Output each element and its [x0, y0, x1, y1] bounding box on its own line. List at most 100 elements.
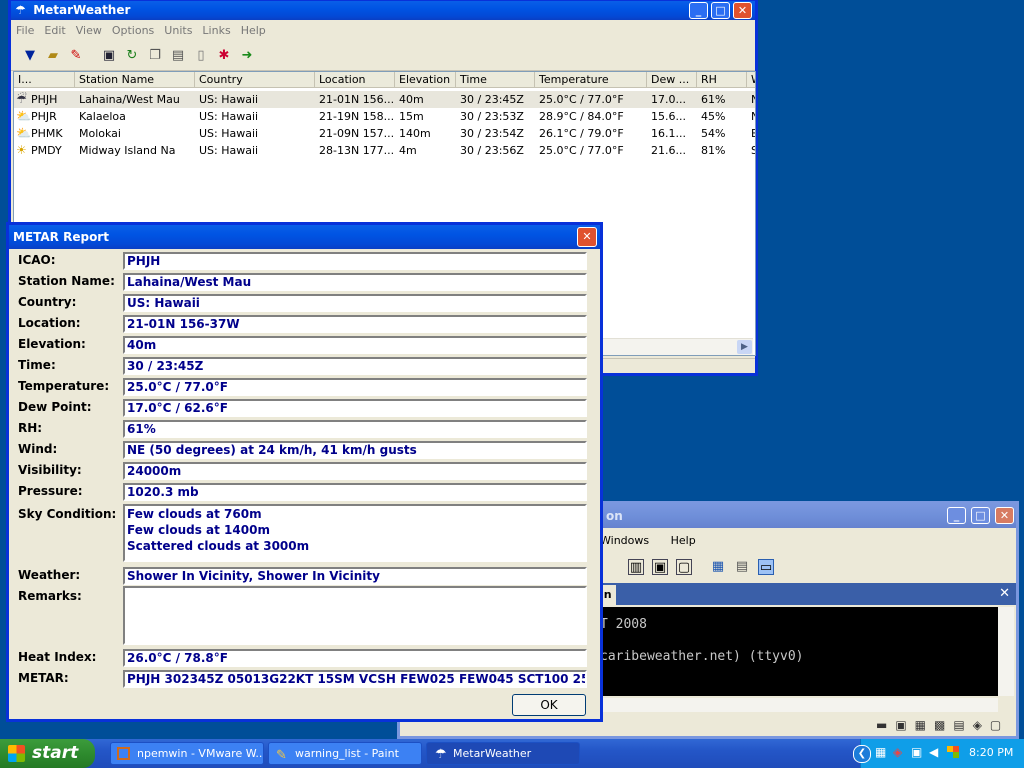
elevation-field[interactable]: 40m	[123, 336, 587, 354]
sunny-icon: ☀	[16, 143, 27, 157]
vm-snapshot-icon[interactable]: ▦	[710, 559, 726, 575]
tray-security-icon[interactable]: ◈	[893, 745, 902, 759]
tray-volume-icon[interactable]: ◀	[929, 745, 938, 759]
col-header-country[interactable]: Country	[195, 72, 315, 88]
close-button[interactable]: ✕	[733, 2, 752, 19]
scroll-right-arrow[interactable]: ▶	[737, 340, 752, 354]
report-title-bar[interactable]: METAR Report ✕	[9, 225, 600, 249]
cell-name: Lahaina/West Mau	[79, 93, 180, 106]
menu-file[interactable]: File	[11, 24, 39, 37]
pressure-field[interactable]: 1020.3 mb	[123, 483, 587, 501]
temperature-field[interactable]: 25.0°C / 77.0°F	[123, 378, 587, 396]
remarks-field[interactable]	[123, 586, 587, 645]
settings-icon[interactable]: ✱	[216, 48, 232, 64]
menu-units[interactable]: Units	[159, 24, 197, 37]
cell-elevation: 40m	[399, 93, 424, 106]
vmware-menu-windows[interactable]: Windows	[600, 534, 667, 547]
station-row[interactable]: ⛅ PHJR Kalaeloa US: Hawaii 21-19N 158... 15m 3…	[14, 108, 755, 125]
tray-monitor-icon[interactable]: ▣	[911, 745, 922, 759]
col-header-station-name[interactable]: Station Name	[75, 72, 195, 88]
new-document-icon[interactable]: ▯	[193, 48, 209, 64]
col-header-elevation[interactable]: Elevation	[395, 72, 456, 88]
station-row[interactable]: ⛅ PHMK Molokai US: Hawaii 21-09N 157... 140m 3…	[14, 125, 755, 142]
task-vmware[interactable]: npemwin - VMware W...	[110, 742, 264, 765]
col-header-time[interactable]: Time	[456, 72, 535, 88]
vmware-task-icon	[117, 747, 130, 760]
vmware-minimize-button[interactable]: _	[947, 507, 966, 524]
heat-index-field[interactable]: 26.0°C / 78.8°F	[123, 649, 587, 667]
cell-country: US: Hawaii	[199, 144, 259, 157]
task-paint[interactable]: ✎ warning_list - Paint	[268, 742, 422, 765]
cell-location: 28-13N 177...	[319, 144, 395, 157]
copy-icon[interactable]: ❐	[147, 48, 163, 64]
vm-fullscreen-icon[interactable]: ▢	[676, 559, 692, 575]
start-button[interactable]: start	[0, 739, 95, 768]
col-header-rh[interactable]: RH	[697, 72, 747, 88]
vm-console-icon[interactable]: ▭	[758, 559, 774, 575]
vm-vertical-scrollbar[interactable]	[998, 607, 1014, 696]
rh-field[interactable]: 61%	[123, 420, 587, 438]
download-icon[interactable]: ▼	[22, 48, 38, 64]
wind-field[interactable]: NE (50 degrees) at 24 km/h, 41 km/h gust…	[123, 441, 587, 459]
cell-country: US: Hawaii	[199, 110, 259, 123]
open-folder-icon[interactable]: ▰	[45, 48, 61, 64]
vm-console[interactable]: T 2008 caribeweather.net) (ttyv0)	[600, 607, 998, 696]
station-name-field[interactable]: Lahaina/West Mau	[123, 273, 587, 291]
minimize-button[interactable]: _	[689, 2, 708, 19]
vmware-window-title: on	[606, 509, 623, 523]
vmware-menu-help[interactable]: Help	[671, 534, 696, 547]
menu-links[interactable]: Links	[197, 24, 235, 37]
menu-view[interactable]: View	[71, 24, 107, 37]
menu-options[interactable]: Options	[107, 24, 159, 37]
maximize-button[interactable]: □	[711, 2, 730, 19]
vm-settings-icon[interactable]: ▤	[734, 559, 750, 575]
col-header-icao[interactable]: I...	[14, 72, 75, 88]
task-paint-label: warning_list - Paint	[295, 747, 399, 760]
report-close-button[interactable]: ✕	[577, 227, 597, 247]
save-icon[interactable]: ▣	[101, 48, 117, 64]
vm-horizontal-scrollbar[interactable]	[600, 698, 998, 712]
location-field[interactable]: 21-01N 156-37W	[123, 315, 587, 333]
cell-rh: 61%	[701, 93, 726, 106]
sky-condition-field[interactable]: Few clouds at 760m Few clouds at 1400m S…	[123, 504, 587, 562]
vm-fit-icon[interactable]: ▣	[652, 559, 668, 575]
col-header-temperature[interactable]: Temperature	[535, 72, 647, 88]
task-metarweather[interactable]: ☂ MetarWeather	[426, 742, 580, 765]
vmware-maximize-button[interactable]: □	[971, 507, 990, 524]
col-header-location[interactable]: Location	[315, 72, 395, 88]
country-field[interactable]: US: Hawaii	[123, 294, 587, 312]
console-line-2: caribeweather.net) (ttyv0)	[600, 649, 804, 664]
ok-button[interactable]: OK	[512, 694, 586, 716]
cell-temp: 25.0°C / 77.0°F	[539, 93, 624, 106]
dew-point-field[interactable]: 17.0°C / 62.6°F	[123, 399, 587, 417]
cell-country: US: Hawaii	[199, 93, 259, 106]
menu-help[interactable]: Help	[236, 24, 271, 37]
refresh-icon[interactable]: ↻	[124, 48, 140, 64]
exit-icon[interactable]: ➜	[239, 48, 255, 64]
cell-rh: 45%	[701, 110, 726, 123]
cell-temp: 25.0°C / 77.0°F	[539, 144, 624, 157]
tray-network-icon[interactable]: ▦	[875, 745, 886, 759]
vm-view-icon[interactable]: ▥	[628, 559, 644, 575]
col-header-wind[interactable]: W	[747, 72, 755, 88]
tray-expand-icon[interactable]: ❮	[853, 745, 871, 763]
metar-field[interactable]: PHJH 302345Z 05013G22KT 15SM VCSH FEW025…	[123, 670, 587, 688]
station-row[interactable]: ☔ PHJH Lahaina/West Mau US: Hawaii 21-01N 15…	[14, 91, 755, 108]
col-header-dew[interactable]: Dew ...	[647, 72, 697, 88]
weather-field[interactable]: Shower In Vicinity, Shower In Vicinity	[123, 567, 587, 585]
partly-cloudy-icon: ⛅	[16, 126, 30, 140]
menu-edit[interactable]: Edit	[39, 24, 70, 37]
station-row[interactable]: ☀ PMDY Midway Island Na US: Hawaii 28-13N 17…	[14, 142, 755, 159]
vmware-tab-close-icon[interactable]: ✕	[999, 585, 1010, 603]
icao-field[interactable]: PHJH	[123, 252, 587, 270]
time-field[interactable]: 30 / 23:45Z	[123, 357, 587, 375]
main-title-bar[interactable]: ☂ MetarWeather _ □ ✕	[11, 1, 755, 20]
properties-icon[interactable]: ▤	[170, 48, 186, 64]
vmware-close-button[interactable]: ✕	[995, 507, 1014, 524]
edit-icon[interactable]: ✎	[68, 48, 84, 64]
visibility-field[interactable]: 24000m	[123, 462, 587, 480]
label-temperature: Temperature:	[18, 379, 110, 393]
label-location: Location:	[18, 316, 81, 330]
tray-flag-icon[interactable]	[947, 746, 959, 758]
start-label: start	[32, 743, 79, 763]
